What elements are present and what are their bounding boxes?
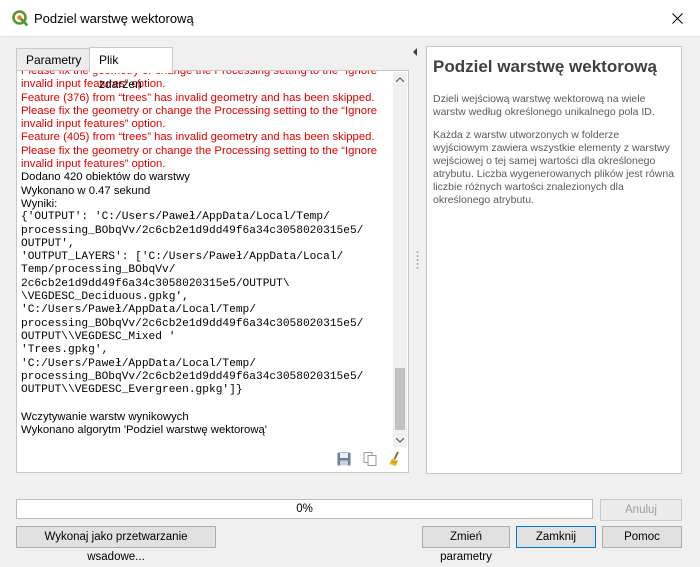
log-panel: Please fix the geometry or change the Pr… bbox=[16, 70, 409, 473]
log-line: invalid input features” option. bbox=[21, 78, 166, 91]
log-line: Feature (405) from “trees” has invalid g… bbox=[21, 131, 375, 144]
log-line: OUTPUT\\VEGDESC_Evergreen.gpkg']} bbox=[21, 384, 243, 397]
copy-icon[interactable] bbox=[362, 451, 378, 467]
close-window-button[interactable] bbox=[654, 0, 700, 36]
log-line: 'Trees.gpkg', bbox=[21, 344, 109, 357]
window-title: Podziel warstwę wektorową bbox=[34, 11, 194, 26]
log-toolbar bbox=[17, 446, 408, 472]
log-line: Wykonano w 0.47 sekund bbox=[21, 184, 151, 197]
log-line: Wyniki: bbox=[21, 197, 58, 210]
log-line: Dodano 420 obiektów do warstwy bbox=[21, 171, 190, 184]
log-line: processing_BObqVv/2c6cb2e1d9dd49f6a34c30… bbox=[21, 224, 364, 237]
close-icon bbox=[671, 12, 683, 24]
log-text-area[interactable]: Please fix the geometry or change the Pr… bbox=[21, 71, 393, 447]
log-line: 2c6cb2e1d9dd49f6a34c3058020315e5/OUTPUT\ bbox=[21, 277, 290, 290]
change-parameters-button[interactable]: Zmień parametry bbox=[422, 526, 510, 563]
chevron-up-icon bbox=[396, 76, 404, 82]
save-icon[interactable] bbox=[336, 451, 352, 467]
log-line: processing_BObqVv/2c6cb2e1d9dd49f6a34c30… bbox=[21, 317, 364, 330]
cancel-button[interactable]: Anuluj bbox=[600, 499, 682, 521]
log-line: Please fix the geometry or change the Pr… bbox=[21, 104, 378, 117]
log-line: OUTPUT', bbox=[21, 237, 75, 250]
run-as-batch-button[interactable]: Wykonaj jako przetwarzanie wsadowe... bbox=[16, 526, 216, 563]
log-line: Feature (376) from “trees” has invalid g… bbox=[21, 91, 375, 104]
log-line: Wykonano algorytm 'Podziel warstwę wekto… bbox=[21, 424, 267, 437]
tab-log[interactable]: Plik zdarzeń bbox=[89, 47, 173, 91]
log-line: 'C:/Users/Paweł/AppData/Local/Temp/ bbox=[21, 357, 256, 370]
help-description: Dzieli wejściową warstwę wektorową na wi… bbox=[433, 93, 655, 118]
log-line: processing_BObqVv/2c6cb2e1d9dd49f6a34c30… bbox=[21, 370, 364, 383]
log-line: invalid input features” option. bbox=[21, 118, 166, 131]
splitter-handle[interactable] bbox=[416, 250, 419, 270]
progress-label: 0% bbox=[296, 503, 313, 515]
collapse-help-arrow-icon[interactable] bbox=[412, 48, 418, 56]
log-line: Please fix the geometry or change the Pr… bbox=[21, 71, 378, 77]
scroll-up-arrow[interactable] bbox=[393, 72, 407, 86]
clear-broom-icon[interactable] bbox=[388, 451, 404, 467]
log-line: {'OUTPUT': 'C:/Users/Paweł/AppData/Local… bbox=[21, 211, 330, 224]
log-lines: Please fix the geometry or change the Pr… bbox=[21, 71, 393, 437]
progress-bar: 0% bbox=[16, 499, 593, 519]
log-scrollbar[interactable] bbox=[393, 72, 407, 447]
log-line: invalid input features” option. bbox=[21, 158, 166, 171]
scroll-down-arrow[interactable] bbox=[393, 433, 407, 447]
help-details: Każda z warstw utworzonych w folderze wy… bbox=[433, 129, 675, 206]
log-line: OUTPUT\\VEGDESC_Mixed ' bbox=[21, 330, 176, 343]
close-button[interactable]: Zamknij bbox=[516, 526, 596, 548]
log-line: Please fix the geometry or change the Pr… bbox=[21, 144, 378, 157]
log-line: 'OUTPUT_LAYERS': ['C:/Users/Paweł/AppDat… bbox=[21, 251, 344, 264]
qgis-logo-icon bbox=[12, 10, 28, 26]
title-bar: Podziel warstwę wektorową bbox=[0, 0, 700, 37]
log-line: Temp/processing_BObqVv/ bbox=[21, 264, 176, 277]
log-line: 'C:/Users/Paweł/AppData/Local/Temp/ bbox=[21, 304, 256, 317]
help-button[interactable]: Pomoc bbox=[602, 526, 682, 548]
log-line: \VEGDESC_Deciduous.gpkg', bbox=[21, 291, 189, 304]
scroll-thumb[interactable] bbox=[395, 368, 405, 430]
chevron-down-icon bbox=[396, 437, 404, 443]
help-panel: Podziel warstwę wektorową Dzieli wejścio… bbox=[426, 46, 682, 474]
help-title: Podziel warstwę wektorową bbox=[433, 57, 657, 76]
log-line: Wczytywanie warstw wynikowych bbox=[21, 410, 189, 423]
